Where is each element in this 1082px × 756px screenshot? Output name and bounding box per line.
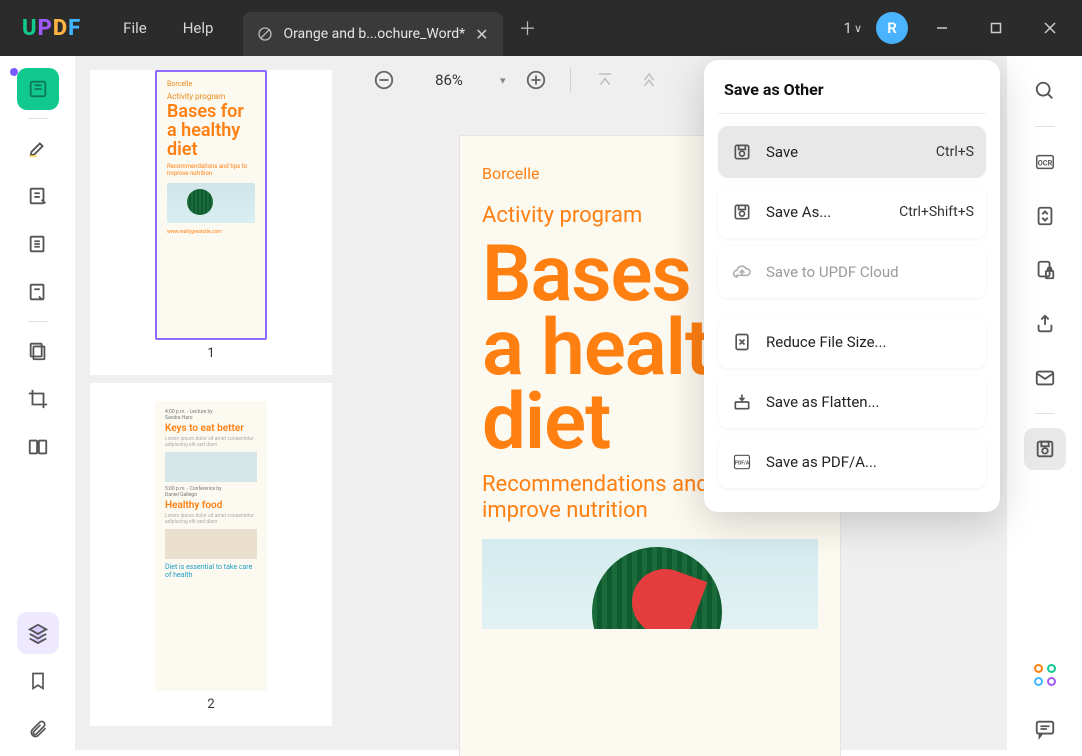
page-number: 2 xyxy=(207,691,214,726)
purple-dot-indicator xyxy=(10,68,18,76)
duplicate-page-icon[interactable] xyxy=(17,330,59,372)
zoom-dropdown-icon[interactable]: ▾ xyxy=(500,74,506,87)
menu-help[interactable]: Help xyxy=(183,19,214,37)
flatten-icon xyxy=(730,390,754,414)
save-as-icon xyxy=(730,200,754,224)
email-icon[interactable] xyxy=(1024,357,1066,399)
avatar[interactable]: R xyxy=(876,12,908,44)
protect-icon[interactable] xyxy=(1024,249,1066,291)
reduce-file-size-button[interactable]: Reduce File Size... xyxy=(718,316,986,368)
close-window-button[interactable] xyxy=(1030,8,1070,48)
cloud-upload-icon xyxy=(730,260,754,284)
form-icon[interactable] xyxy=(17,271,59,313)
zoom-out-button[interactable] xyxy=(370,66,398,94)
pdfa-icon: PDF/A xyxy=(730,450,754,474)
ocr-icon[interactable]: OCR xyxy=(1024,141,1066,183)
panel-title: Save as Other xyxy=(718,76,986,113)
maximize-button[interactable] xyxy=(976,8,1016,48)
save-as-flatten-button[interactable]: Save as Flatten... xyxy=(718,376,986,428)
search-icon[interactable] xyxy=(1024,70,1066,112)
bookmark-icon[interactable] xyxy=(17,660,59,702)
first-page-button[interactable] xyxy=(591,66,619,94)
page-thumbnail[interactable]: Borcelle Activity program Bases for a he… xyxy=(90,70,332,375)
zoom-value[interactable]: 86% xyxy=(414,71,484,89)
no-symbol-icon xyxy=(257,26,273,42)
save-button[interactable]: Save Ctrl+S xyxy=(718,126,986,178)
prev-page-button[interactable] xyxy=(635,66,663,94)
app-logo: UPDF xyxy=(0,16,103,41)
layers-icon[interactable] xyxy=(17,612,59,654)
save-as-other-panel: Save as Other Save Ctrl+S Save As... Ctr… xyxy=(704,60,1000,512)
zoom-in-button[interactable] xyxy=(522,66,550,94)
compress-icon xyxy=(730,330,754,354)
main-menu: File Help xyxy=(103,19,213,37)
watermelon-image xyxy=(482,539,818,629)
share-icon[interactable] xyxy=(1024,303,1066,345)
ai-assistant-icon[interactable] xyxy=(1024,654,1066,696)
save-as-pdfa-button[interactable]: PDF/A Save as PDF/A... xyxy=(718,436,986,488)
save-as-button[interactable]: Save As... Ctrl+Shift+S xyxy=(718,186,986,238)
save-to-cloud-button[interactable]: Save to UPDF Cloud xyxy=(718,246,986,298)
tab-label: Orange and b...ochure_Word* xyxy=(283,26,465,42)
comment-icon[interactable] xyxy=(1024,708,1066,750)
convert-icon[interactable] xyxy=(1024,195,1066,237)
right-toolbar: OCR xyxy=(1006,56,1082,750)
thumbnail-panel: Borcelle Activity program Bases for a he… xyxy=(76,56,346,750)
reader-mode-button[interactable] xyxy=(17,68,59,110)
page-number: 1 xyxy=(207,340,214,375)
chevron-down-icon: ∨ xyxy=(854,22,862,35)
minimize-button[interactable] xyxy=(922,8,962,48)
crop-icon[interactable] xyxy=(17,378,59,420)
save-as-other-icon[interactable] xyxy=(1024,428,1066,470)
attachment-icon[interactable] xyxy=(17,708,59,750)
save-icon xyxy=(730,140,754,164)
highlighter-icon[interactable] xyxy=(17,127,59,169)
document-tab[interactable]: Orange and b...ochure_Word* ✕ xyxy=(243,12,502,56)
menu-file[interactable]: File xyxy=(123,19,147,37)
edit-text-icon[interactable] xyxy=(17,175,59,217)
svg-text:PDF/A: PDF/A xyxy=(735,461,750,467)
titlebar: UPDF File Help Orange and b...ochure_Wor… xyxy=(0,0,1082,56)
tab-count[interactable]: 1 ∨ xyxy=(844,19,863,37)
close-tab-icon[interactable]: ✕ xyxy=(475,25,488,44)
compare-icon[interactable] xyxy=(17,426,59,468)
page-organize-icon[interactable] xyxy=(17,223,59,265)
new-tab-button[interactable]: ＋ xyxy=(519,15,537,41)
page-thumbnail[interactable]: 4:00 p.m. - Lecture by Sandra Haro Keys … xyxy=(90,383,332,726)
svg-text:OCR: OCR xyxy=(1037,159,1052,168)
left-toolbar xyxy=(0,56,76,750)
